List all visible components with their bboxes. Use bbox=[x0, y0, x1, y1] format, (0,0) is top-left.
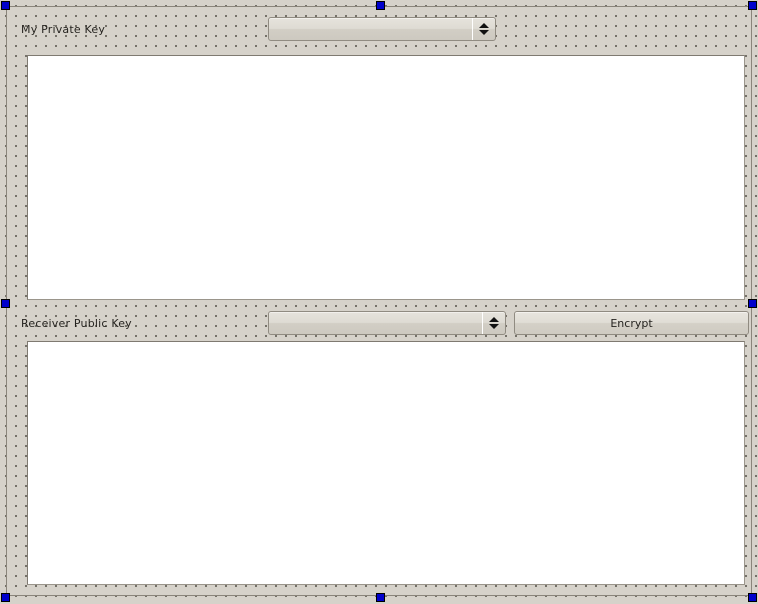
public-key-textarea[interactable] bbox=[27, 341, 745, 585]
private-key-textarea[interactable] bbox=[27, 55, 745, 300]
designer-canvas[interactable]: My Private Key Receiver Public Key Encry… bbox=[0, 0, 758, 604]
public-key-row: Receiver Public Key Encrypt bbox=[15, 307, 749, 339]
selection-handle-bottom-right[interactable] bbox=[748, 593, 757, 602]
public-key-combobox-arrows[interactable] bbox=[482, 312, 505, 334]
encrypt-button[interactable]: Encrypt bbox=[514, 311, 749, 335]
private-key-combobox-arrows[interactable] bbox=[472, 18, 495, 40]
selection-handle-bottom-left[interactable] bbox=[1, 593, 10, 602]
selection-handle-top-left[interactable] bbox=[1, 1, 10, 10]
selection-handle-middle-right[interactable] bbox=[748, 299, 757, 308]
selection-handle-top-right[interactable] bbox=[748, 1, 757, 10]
public-key-textarea-content[interactable] bbox=[28, 342, 744, 584]
selection-handle-top-center[interactable] bbox=[376, 1, 385, 10]
public-key-label: Receiver Public Key bbox=[21, 316, 132, 330]
selected-container-widget[interactable]: My Private Key Receiver Public Key Encry… bbox=[6, 6, 752, 596]
triangle-up-icon bbox=[479, 23, 489, 28]
triangle-down-icon bbox=[479, 30, 489, 35]
selection-handle-middle-left[interactable] bbox=[1, 299, 10, 308]
triangle-down-icon bbox=[489, 324, 499, 329]
public-key-combobox[interactable] bbox=[268, 311, 506, 335]
private-key-label: My Private Key bbox=[21, 22, 106, 36]
triangle-up-icon bbox=[489, 317, 499, 322]
private-key-row: My Private Key bbox=[15, 13, 745, 45]
private-key-textarea-content[interactable] bbox=[28, 56, 744, 299]
selection-handle-bottom-center[interactable] bbox=[376, 593, 385, 602]
private-key-combobox[interactable] bbox=[268, 17, 496, 41]
